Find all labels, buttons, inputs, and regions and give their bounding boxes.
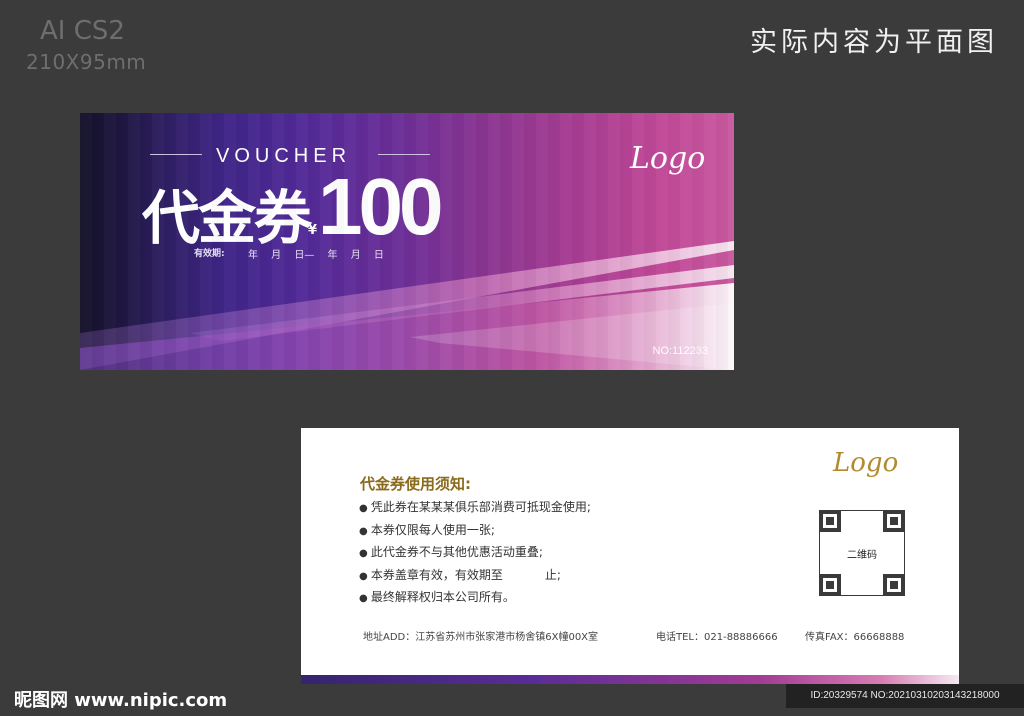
front-logo: Logo (630, 141, 706, 176)
voucher-rule-right (378, 154, 430, 155)
voucher-rule-left (150, 154, 202, 155)
validity-date-range: 年 月 日— 年 月 日 (248, 250, 384, 261)
back-logo: Logo (833, 448, 899, 478)
usage-rules-list: 凭此券在某某某俱乐部消费可抵现金使用; 本券仅限每人使用一张; 此代金券不与其他… (359, 497, 591, 610)
flat-design-note: 实际内容为平面图 (750, 27, 998, 58)
phone-text: 电话TEL：021-88886666 (656, 632, 778, 643)
usage-rule: 本券盖章有效，有效期至 止; (359, 565, 591, 588)
qr-code-icon: 二维码 (818, 509, 906, 597)
usage-rule: 本券仅限每人使用一张; (359, 520, 591, 543)
validity-label: 有效期: (194, 249, 225, 259)
currency-symbol: ¥ (308, 223, 318, 238)
dimensions-label: 210X95mm (26, 50, 147, 74)
fax-text: 传真FAX：66668888 (805, 632, 905, 643)
serial-number: NO:112233 (652, 345, 708, 357)
image-id-stamp: ID:20329574 NO:20210310203143218000 (786, 684, 1024, 708)
voucher-front-card: VOUCHER 代金券 ¥ 100 有效期: 年 月 日— 年 月 日 Logo… (80, 113, 734, 370)
voucher-title: 代金券 (142, 184, 312, 252)
back-gradient-strip (301, 675, 959, 684)
usage-notice-title: 代金券使用须知: (360, 475, 471, 493)
qr-code-label: 二维码 (847, 550, 877, 561)
site-watermark: 昵图网 www.nipic.com (14, 690, 228, 711)
voucher-back-card: 代金券使用须知: 凭此券在某某某俱乐部消费可抵现金使用; 本券仅限每人使用一张;… (301, 428, 959, 684)
usage-rule: 凭此券在某某某俱乐部消费可抵现金使用; (359, 497, 591, 520)
voucher-amount: 100 (318, 162, 444, 251)
usage-rule: 最终解释权归本公司所有。 (359, 587, 591, 610)
address-text: 地址ADD：江苏省苏州市张家港市杨舍镇6X幢00X室 (363, 632, 599, 643)
usage-rule: 此代金券不与其他优惠活动重叠; (359, 542, 591, 565)
software-label: AI CS2 (40, 16, 125, 46)
